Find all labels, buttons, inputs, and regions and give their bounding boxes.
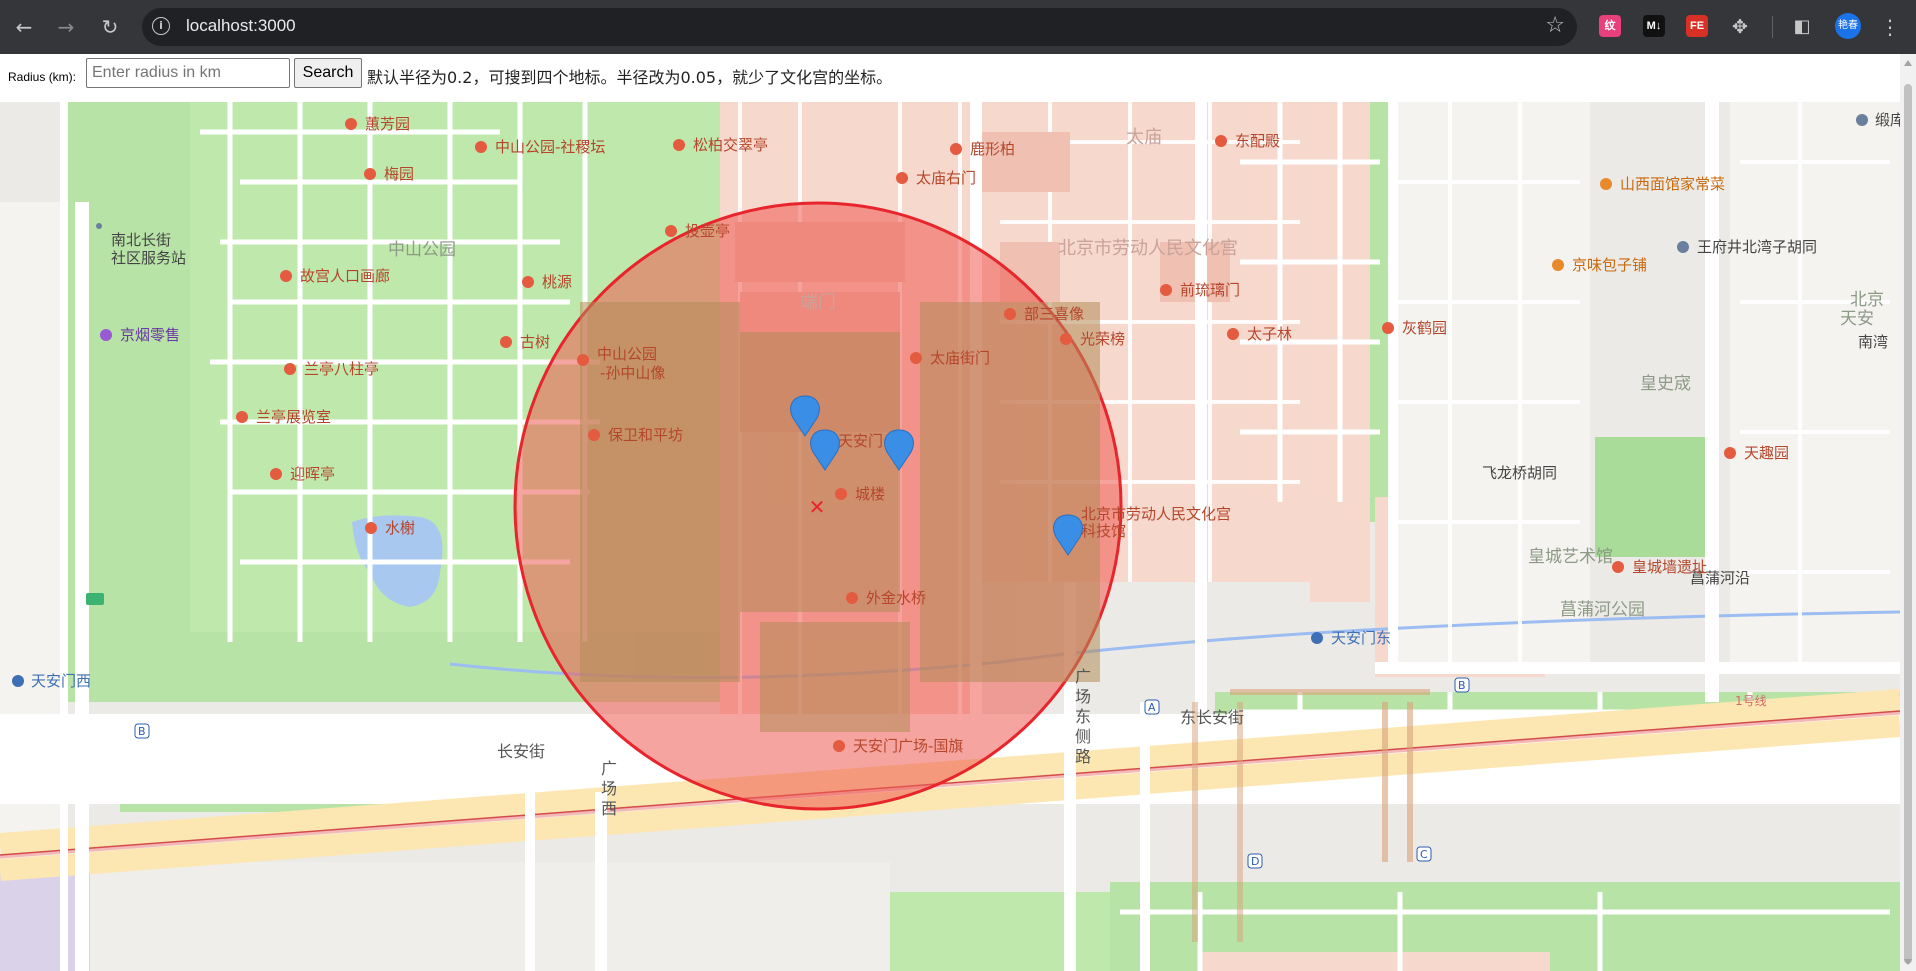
toolbar-divider — [1772, 16, 1773, 38]
area-label-taimiao: 太庙 — [1126, 127, 1162, 148]
poi-gushu: 古树 — [520, 333, 550, 351]
svg-text:B: B — [138, 725, 146, 738]
svg-text:B: B — [1458, 679, 1466, 692]
poi-huifangyuan: 蕙芳园 — [365, 115, 410, 133]
poi-guoqi: 天安门广场-国旗 — [853, 737, 963, 755]
svg-text:D: D — [1251, 855, 1259, 868]
poi-busanxi: 部三喜像 — [1024, 305, 1084, 323]
map-svg: 中山公园 太庙 北京市劳动人民文化宫 端门 皇史宬 皇城艺术馆 菖蒲河公园 东长… — [0, 102, 1900, 971]
poi-taimiao-jiemen: 太庙街门 — [930, 349, 990, 367]
address-bar[interactable]: i localhost:3000 ☆ — [142, 8, 1577, 46]
poi-tiananmen-dong: 天安门东 — [1331, 629, 1391, 647]
poi-duanku: 缎库 — [1875, 111, 1900, 129]
center-marker: ✕ — [809, 495, 826, 519]
scroll-up-arrow-icon[interactable] — [1904, 60, 1912, 66]
svg-text:A: A — [1148, 701, 1156, 714]
road-label-changan: 长安街 — [497, 742, 545, 761]
poi-lanting-zhanlan: 兰亭展览室 — [256, 408, 331, 426]
forward-arrow-icon[interactable]: → — [52, 13, 80, 41]
poi-dongpeidian: 东配殿 — [1235, 132, 1280, 150]
poi-shanxi-mianguan: 山西面馆家常菜 — [1620, 175, 1725, 193]
poi-taimiao-youmen: 太庙右门 — [916, 169, 976, 187]
hint-text: 默认半径为0.2，可搜到四个地标。半径改为0.05，就少了文化宫的坐标。 — [367, 68, 893, 87]
area-label-cultural-palace: 北京市劳动人民文化宫 — [1058, 238, 1238, 259]
poi-lanting-bazhu: 兰亭八柱亭 — [304, 360, 379, 378]
poi-nanbeichangjie-1: 南北长街 — [111, 231, 171, 249]
poi-yinghuiting: 迎晖亭 — [290, 465, 335, 483]
poi-guangchang-dongcelu: 广 — [1075, 667, 1091, 686]
poi-gugong-gallery: 故宫人口画廊 — [300, 267, 390, 285]
poi-guangchang-dongcelu-2: 场 — [1075, 687, 1091, 706]
radius-input[interactable] — [86, 58, 290, 88]
poi-guangchangxi-1: 广 — [601, 759, 617, 778]
map-canvas[interactable]: 中山公园 太庙 北京市劳动人民文化宫 端门 皇史宬 皇城艺术馆 菖蒲河公园 东长… — [0, 102, 1900, 971]
road-label-feilongqiao: 飞龙桥胡同 — [1482, 464, 1557, 482]
area-label-duanmen: 端门 — [800, 292, 836, 313]
poi-chenglou: 城楼 — [855, 485, 885, 503]
search-button[interactable]: Search — [294, 58, 362, 88]
svg-text:C: C — [1420, 848, 1428, 861]
poi-meiyuan: 梅园 — [384, 165, 414, 183]
poi-guangrongbang: 光荣榜 — [1080, 330, 1125, 348]
poi-guangchang-dongcelu-4: 侧 — [1075, 727, 1091, 746]
poi-nanbeichangjie-2: 社区服务站 — [111, 249, 186, 267]
poi-baowei-heping: 保卫和平坊 — [608, 426, 683, 444]
poi-tiananmen-xi: 天安门西 — [31, 672, 91, 690]
side-panel-icon[interactable]: ◧ — [1788, 13, 1816, 41]
scroll-down-arrow-icon[interactable] — [1904, 959, 1912, 965]
poi-luxingbai: 鹿形柏 — [970, 140, 1015, 158]
poi-taoyuan: 桃源 — [542, 273, 572, 291]
poi-huiheyuan: 灰鹤园 — [1402, 319, 1447, 337]
poi-huangchengqiang: 皇城墙遗址 — [1632, 558, 1707, 576]
poi-songbai: 松柏交翠亭 — [693, 136, 768, 154]
poi-qianliulimen: 前琉璃门 — [1180, 281, 1240, 299]
back-arrow-icon[interactable]: ← — [10, 13, 38, 41]
url-text[interactable]: localhost:3000 — [186, 16, 296, 36]
poi-guangchang-dongcelu-5: 路 — [1075, 747, 1091, 766]
poi-waijinshuiqiao: 外金水桥 — [866, 589, 926, 607]
poi-sheji-tan: 中山公园-社稷坛 — [495, 138, 605, 156]
poi-touhuting: 投壶亭 — [685, 222, 730, 240]
poi-sunzhongshan-2: -孙中山像 — [600, 364, 665, 382]
poi-guangchangxi-2: 场 — [601, 779, 617, 798]
extensions-puzzle-icon[interactable]: ✥ — [1726, 13, 1754, 41]
area-label-art-gallery: 皇城艺术馆 — [1528, 547, 1613, 567]
poi-guangchang-dongcelu-3: 东 — [1075, 707, 1091, 726]
ext-icon-2[interactable]: M↓ — [1643, 15, 1665, 37]
scroll-thumb[interactable] — [1904, 84, 1912, 964]
poi-jingyan: 京烟零售 — [120, 326, 180, 344]
poi-guangchangxi-3: 西 — [601, 799, 617, 818]
poi-sunzhongshan-1: 中山公园 — [597, 345, 657, 363]
search-controls: Radius (km): Search 默认半径为0.2，可搜到四个地标。半径改… — [0, 54, 1900, 102]
area-label-zhongshan: 中山公园 — [388, 240, 456, 260]
subway-label-line1: 1号线 — [1735, 694, 1767, 708]
poi-wangfujing: 王府井北湾子胡同 — [1697, 238, 1817, 256]
radius-label: Radius (km): — [8, 70, 77, 84]
browser-toolbar: ← → ↻ i localhost:3000 ☆ 纹 M↓ FE ✥ ◧ 艳春 … — [0, 0, 1916, 54]
road-label-dongchangan: 东长安街 — [1180, 708, 1244, 727]
poi-tiananmen: 天安门 — [838, 432, 883, 450]
poi-kejiguan-2: 科技馆 — [1081, 522, 1126, 540]
area-label-changpu-park: 菖蒲河公园 — [1560, 600, 1645, 620]
profile-avatar[interactable]: 艳春 — [1835, 13, 1861, 39]
bookmark-star-icon[interactable]: ☆ — [1545, 13, 1565, 38]
ext-icon-3[interactable]: FE — [1686, 15, 1708, 37]
ext-icon-1[interactable]: 纹 — [1599, 15, 1621, 37]
menu-kebab-icon[interactable]: ⋮ — [1876, 13, 1904, 41]
poi-tianquyuan: 天趣园 — [1744, 444, 1789, 462]
poi-taizilin: 太子林 — [1247, 325, 1292, 343]
road-label-nanwan: 南湾 — [1858, 333, 1888, 351]
poi-kejiguan-1: 北京市劳动人民文化宫 — [1081, 505, 1231, 523]
poi-beijing-tianan-2: 天安 — [1840, 309, 1874, 329]
reload-icon[interactable]: ↻ — [96, 13, 124, 41]
site-info-icon[interactable]: i — [152, 17, 170, 35]
page-scrollbar[interactable] — [1900, 54, 1916, 971]
area-label-huangshicheng: 皇史宬 — [1640, 374, 1691, 394]
poi-jingwei-baozi: 京味包子铺 — [1572, 256, 1647, 274]
poi-shuixie: 水榭 — [385, 519, 415, 537]
poi-beijing-tianan: 北京 — [1850, 290, 1884, 310]
